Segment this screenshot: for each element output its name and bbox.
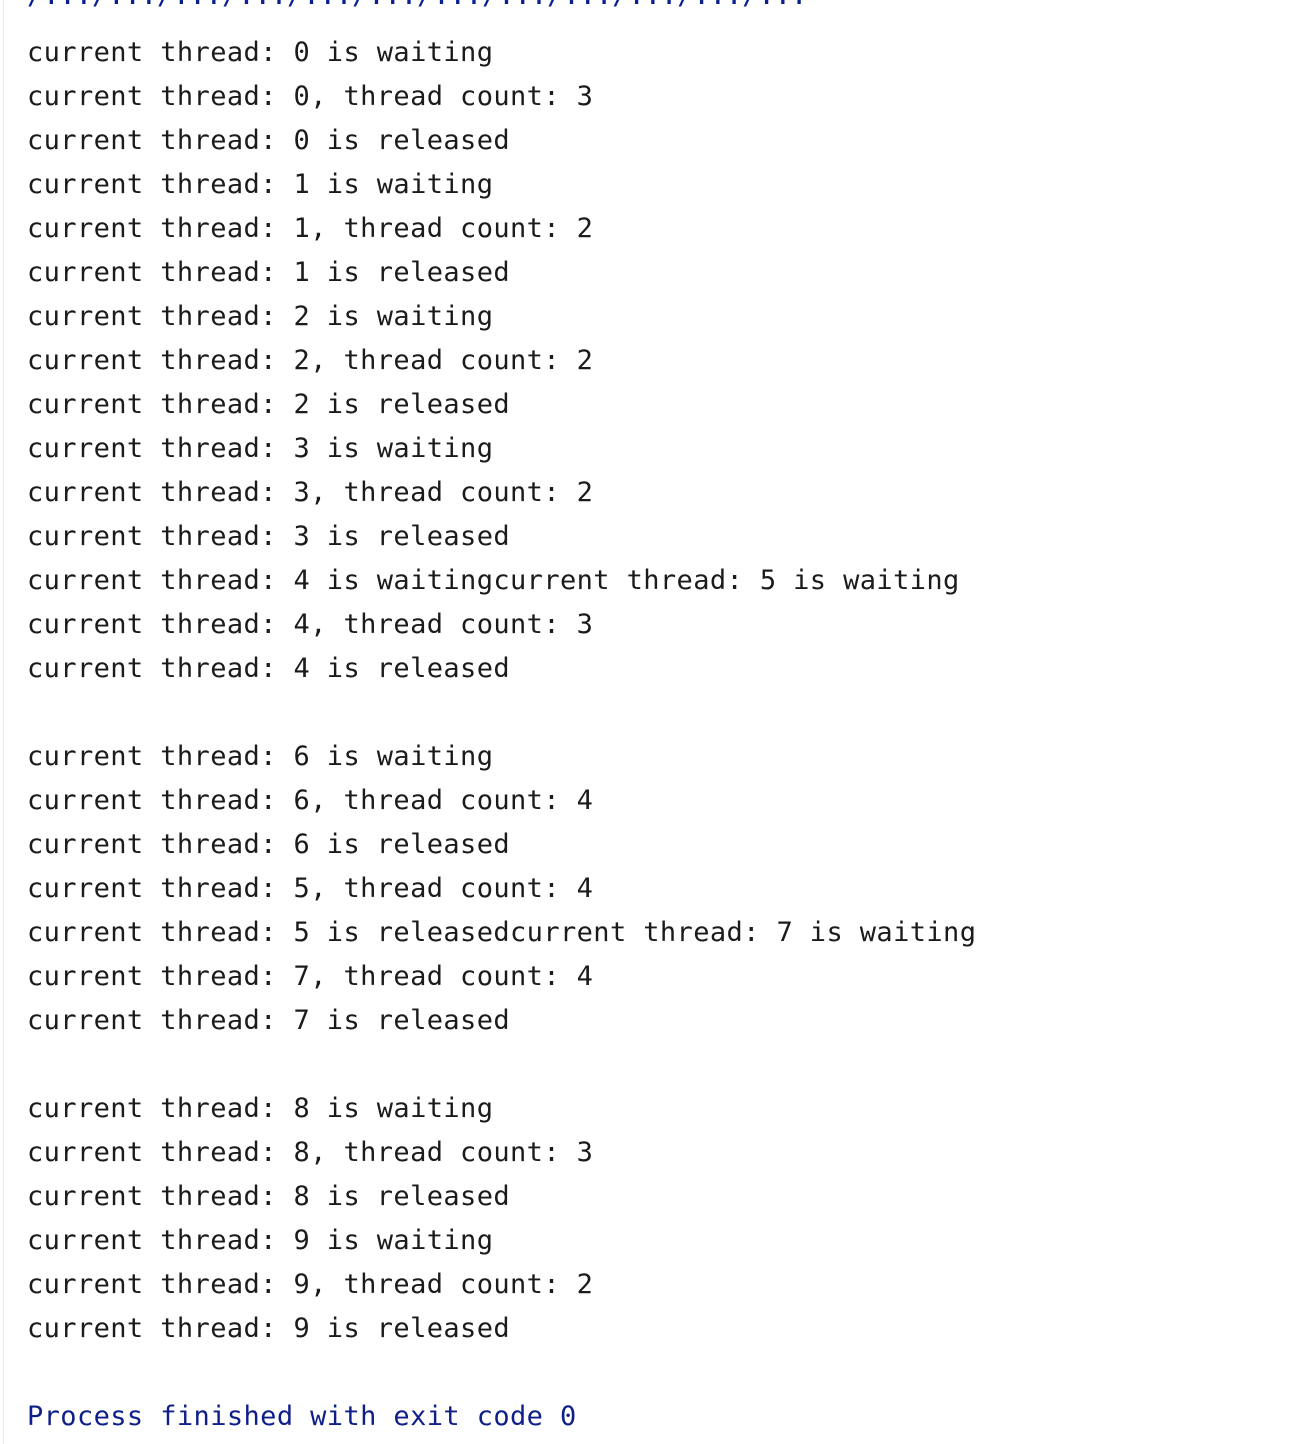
console-line: current thread: 6 is waiting (27, 741, 494, 772)
console-line: current thread: 5 is releasedcurrent thr… (27, 917, 977, 948)
console-line: current thread: 3 is waiting (27, 433, 494, 464)
console-line: current thread: 0 is waiting (27, 37, 494, 68)
console-line: current thread: 5, thread count: 4 (27, 873, 594, 904)
console-line: current thread: 2, thread count: 2 (27, 345, 594, 376)
console-output[interactable]: current thread: 0 is waiting current thr… (27, 31, 1277, 1441)
console-line: current thread: 1, thread count: 2 (27, 213, 594, 244)
console-top-partial-line: /.../.../.../.../.../.../.../.../.../...… (27, 0, 1290, 8)
console-line: current thread: 4 is released (27, 653, 511, 684)
console-line: current thread: 0, thread count: 3 (27, 81, 594, 112)
console-line: current thread: 2 is waiting (27, 301, 494, 332)
console-line: current thread: 8 is released (27, 1181, 511, 1212)
console-line: current thread: 9, thread count: 2 (27, 1269, 594, 1300)
console-line: current thread: 8, thread count: 3 (27, 1137, 594, 1168)
process-exit-message: Process finished with exit code 0 (27, 1401, 577, 1432)
console-line: current thread: 9 is released (27, 1313, 511, 1344)
console-line: current thread: 3, thread count: 2 (27, 477, 594, 508)
console-line: current thread: 4, thread count: 3 (27, 609, 594, 640)
console-line: current thread: 1 is waiting (27, 169, 494, 200)
console-line: current thread: 9 is waiting (27, 1225, 494, 1256)
console-line: current thread: 7 is released (27, 1005, 511, 1036)
console-line: current thread: 6 is released (27, 829, 511, 860)
console-line: current thread: 1 is released (27, 257, 511, 288)
console-line: current thread: 7, thread count: 4 (27, 961, 594, 992)
console-gutter-divider (3, 0, 4, 1444)
console-line: current thread: 6, thread count: 4 (27, 785, 594, 816)
console-line: current thread: 3 is released (27, 521, 511, 552)
console-line: current thread: 4 is waitingcurrent thre… (27, 565, 960, 596)
console-line: current thread: 0 is released (27, 125, 511, 156)
console-line: current thread: 2 is released (27, 389, 511, 420)
console-line: current thread: 8 is waiting (27, 1093, 494, 1124)
